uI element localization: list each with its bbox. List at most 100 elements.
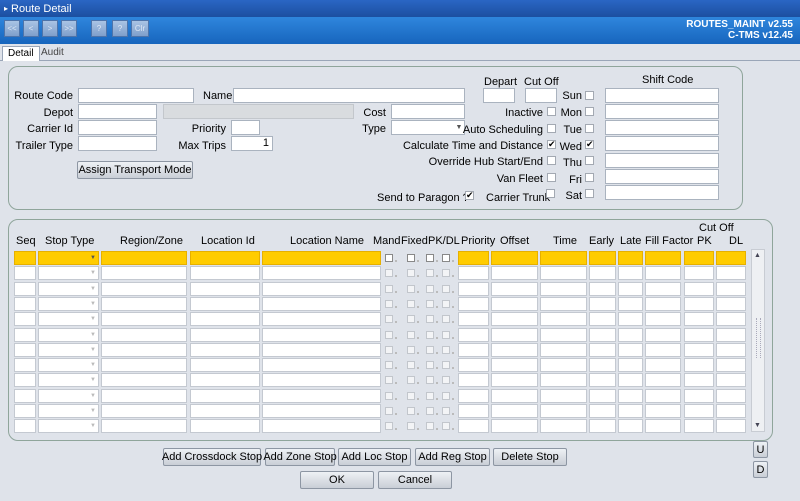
priority-input[interactable] <box>231 120 260 135</box>
calc-time-distance-checkbox[interactable]: ✔ <box>547 140 556 149</box>
name-input[interactable] <box>233 88 465 103</box>
cell-location-name[interactable] <box>262 266 381 281</box>
inactive-checkbox[interactable] <box>547 107 556 116</box>
shift-code-mon-input[interactable] <box>605 104 719 119</box>
add-crossdock-stop-button[interactable]: Add Crossdock Stop <box>162 448 262 466</box>
cell-pk[interactable] <box>426 299 434 308</box>
move-down-button[interactable]: D <box>753 461 768 478</box>
cell-location-name[interactable] <box>262 312 381 327</box>
cell-offset[interactable] <box>491 358 538 373</box>
cell-pk[interactable] <box>426 361 434 370</box>
van-fleet-checkbox[interactable] <box>547 173 556 182</box>
cell-early[interactable] <box>589 327 616 342</box>
cell-seq[interactable] <box>14 327 36 342</box>
cell-region-zone[interactable] <box>101 251 187 265</box>
cell-cut-off-pk[interactable] <box>684 281 714 296</box>
cell-cut-off-pk[interactable] <box>684 419 714 434</box>
cell-location-name[interactable] <box>262 388 381 403</box>
add-zone-stop-button[interactable]: Add Zone Stop <box>263 448 337 466</box>
cell-fill-factor[interactable] <box>645 419 681 434</box>
day-checkbox-thu[interactable] <box>585 156 594 165</box>
cell-cut-off-pk[interactable] <box>684 296 714 311</box>
cell-stop-type[interactable]: ▼ <box>38 419 99 434</box>
cell-region-zone[interactable] <box>101 419 187 434</box>
cell-fill-factor[interactable] <box>645 312 681 327</box>
cell-region-zone[interactable] <box>101 327 187 342</box>
cell-priority[interactable] <box>458 404 489 418</box>
cell-fixed[interactable] <box>407 391 415 400</box>
cell-cut-off-dl[interactable] <box>716 296 746 311</box>
cell-cut-off-pk[interactable] <box>684 358 714 373</box>
cell-time[interactable] <box>540 296 587 311</box>
cell-priority[interactable] <box>458 251 489 265</box>
cell-seq[interactable] <box>14 266 36 281</box>
cell-late[interactable] <box>618 373 643 388</box>
cell-fill-factor[interactable] <box>645 358 681 373</box>
cut-off-input[interactable] <box>525 88 557 103</box>
cell-fill-factor[interactable] <box>645 342 681 357</box>
cell-seq[interactable] <box>14 342 36 357</box>
cell-dl[interactable] <box>442 391 450 400</box>
cell-fill-factor[interactable] <box>645 404 681 418</box>
cell-priority[interactable] <box>458 296 489 311</box>
cell-mand[interactable] <box>385 315 393 324</box>
cell-location-id[interactable] <box>190 266 260 281</box>
carrier-id-input[interactable] <box>78 120 157 135</box>
cell-early[interactable] <box>589 281 616 296</box>
auto-scheduling-checkbox[interactable] <box>547 124 556 133</box>
cell-dl[interactable] <box>442 299 450 308</box>
cell-location-id[interactable] <box>190 419 260 434</box>
cell-cut-off-dl[interactable] <box>716 281 746 296</box>
cell-priority[interactable] <box>458 358 489 373</box>
cell-region-zone[interactable] <box>101 266 187 281</box>
delete-stop-button[interactable]: Delete Stop <box>493 448 567 466</box>
last-record-button[interactable]: >> <box>61 20 77 37</box>
cell-dl[interactable] <box>442 345 450 354</box>
cell-fixed[interactable] <box>407 422 415 431</box>
cell-cut-off-dl[interactable] <box>716 404 746 418</box>
help-button[interactable]: ? <box>91 20 107 37</box>
cell-location-id[interactable] <box>190 388 260 403</box>
cell-location-name[interactable] <box>262 404 381 418</box>
cell-fixed[interactable] <box>407 345 415 354</box>
cell-early[interactable] <box>589 373 616 388</box>
cell-offset[interactable] <box>491 251 538 265</box>
override-hub-checkbox[interactable] <box>547 156 556 165</box>
cell-early[interactable] <box>589 296 616 311</box>
cell-fixed[interactable] <box>407 361 415 370</box>
tab-audit[interactable]: Audit <box>36 46 69 61</box>
cell-offset[interactable] <box>491 373 538 388</box>
cell-cut-off-dl[interactable] <box>716 312 746 327</box>
cell-time[interactable] <box>540 342 587 357</box>
cell-priority[interactable] <box>458 266 489 281</box>
cell-cut-off-dl[interactable] <box>716 388 746 403</box>
cell-early[interactable] <box>589 388 616 403</box>
shift-code-thu-input[interactable] <box>605 153 719 168</box>
cell-mand[interactable] <box>385 284 393 293</box>
cell-dl[interactable] <box>442 422 450 431</box>
tab-detail[interactable]: Detail <box>2 46 40 61</box>
cell-cut-off-pk[interactable] <box>684 388 714 403</box>
cell-pk[interactable] <box>426 422 434 431</box>
cell-mand[interactable] <box>385 330 393 339</box>
cell-early[interactable] <box>589 266 616 281</box>
cell-mand[interactable] <box>385 269 393 278</box>
cell-early[interactable] <box>589 251 616 265</box>
cell-region-zone[interactable] <box>101 404 187 418</box>
cell-seq[interactable] <box>14 358 36 373</box>
help-context-button[interactable]: ? <box>112 20 128 37</box>
cell-late[interactable] <box>618 419 643 434</box>
cell-late[interactable] <box>618 296 643 311</box>
cell-stop-type[interactable]: ▼ <box>38 281 99 296</box>
cell-location-name[interactable] <box>262 327 381 342</box>
cell-priority[interactable] <box>458 388 489 403</box>
cell-pk[interactable] <box>426 269 434 278</box>
cell-cut-off-dl[interactable] <box>716 251 746 265</box>
cell-location-id[interactable] <box>190 296 260 311</box>
cell-region-zone[interactable] <box>101 342 187 357</box>
cell-fixed[interactable] <box>407 299 415 308</box>
cell-dl[interactable] <box>442 315 450 324</box>
cell-early[interactable] <box>589 358 616 373</box>
day-checkbox-mon[interactable] <box>585 107 594 116</box>
cell-location-name[interactable] <box>262 281 381 296</box>
